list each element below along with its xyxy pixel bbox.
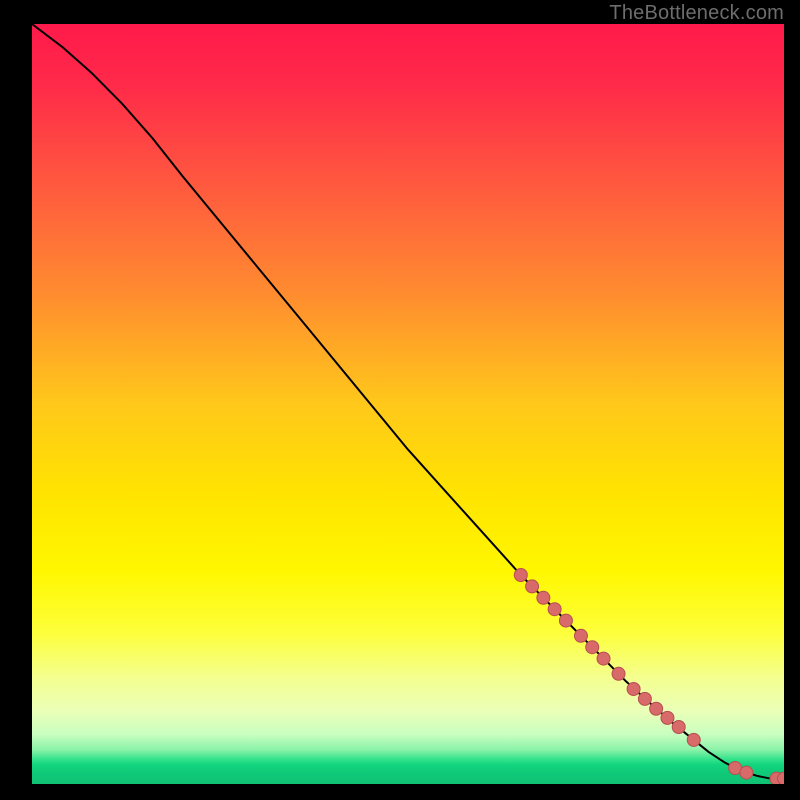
highlight-marker xyxy=(537,591,550,604)
highlight-marker xyxy=(638,692,651,705)
highlight-marker xyxy=(740,766,753,779)
highlight-marker xyxy=(627,683,640,696)
highlight-marker xyxy=(548,603,561,616)
highlight-marker xyxy=(661,711,674,724)
highlight-marker xyxy=(526,580,539,593)
highlight-marker xyxy=(586,641,599,654)
plot-area xyxy=(32,24,784,784)
chart-frame: TheBottleneck.com xyxy=(0,0,800,800)
chart-svg-layer xyxy=(32,24,784,784)
watermark-text: TheBottleneck.com xyxy=(609,2,784,25)
highlight-marker xyxy=(574,629,587,642)
highlight-marker xyxy=(650,702,663,715)
highlight-marker xyxy=(687,733,700,746)
highlight-marker xyxy=(672,721,685,734)
highlight-marker xyxy=(612,667,625,680)
highlight-marker xyxy=(597,652,610,665)
curve-line xyxy=(32,24,784,779)
highlight-marker xyxy=(514,569,527,582)
highlight-marker xyxy=(559,614,572,627)
